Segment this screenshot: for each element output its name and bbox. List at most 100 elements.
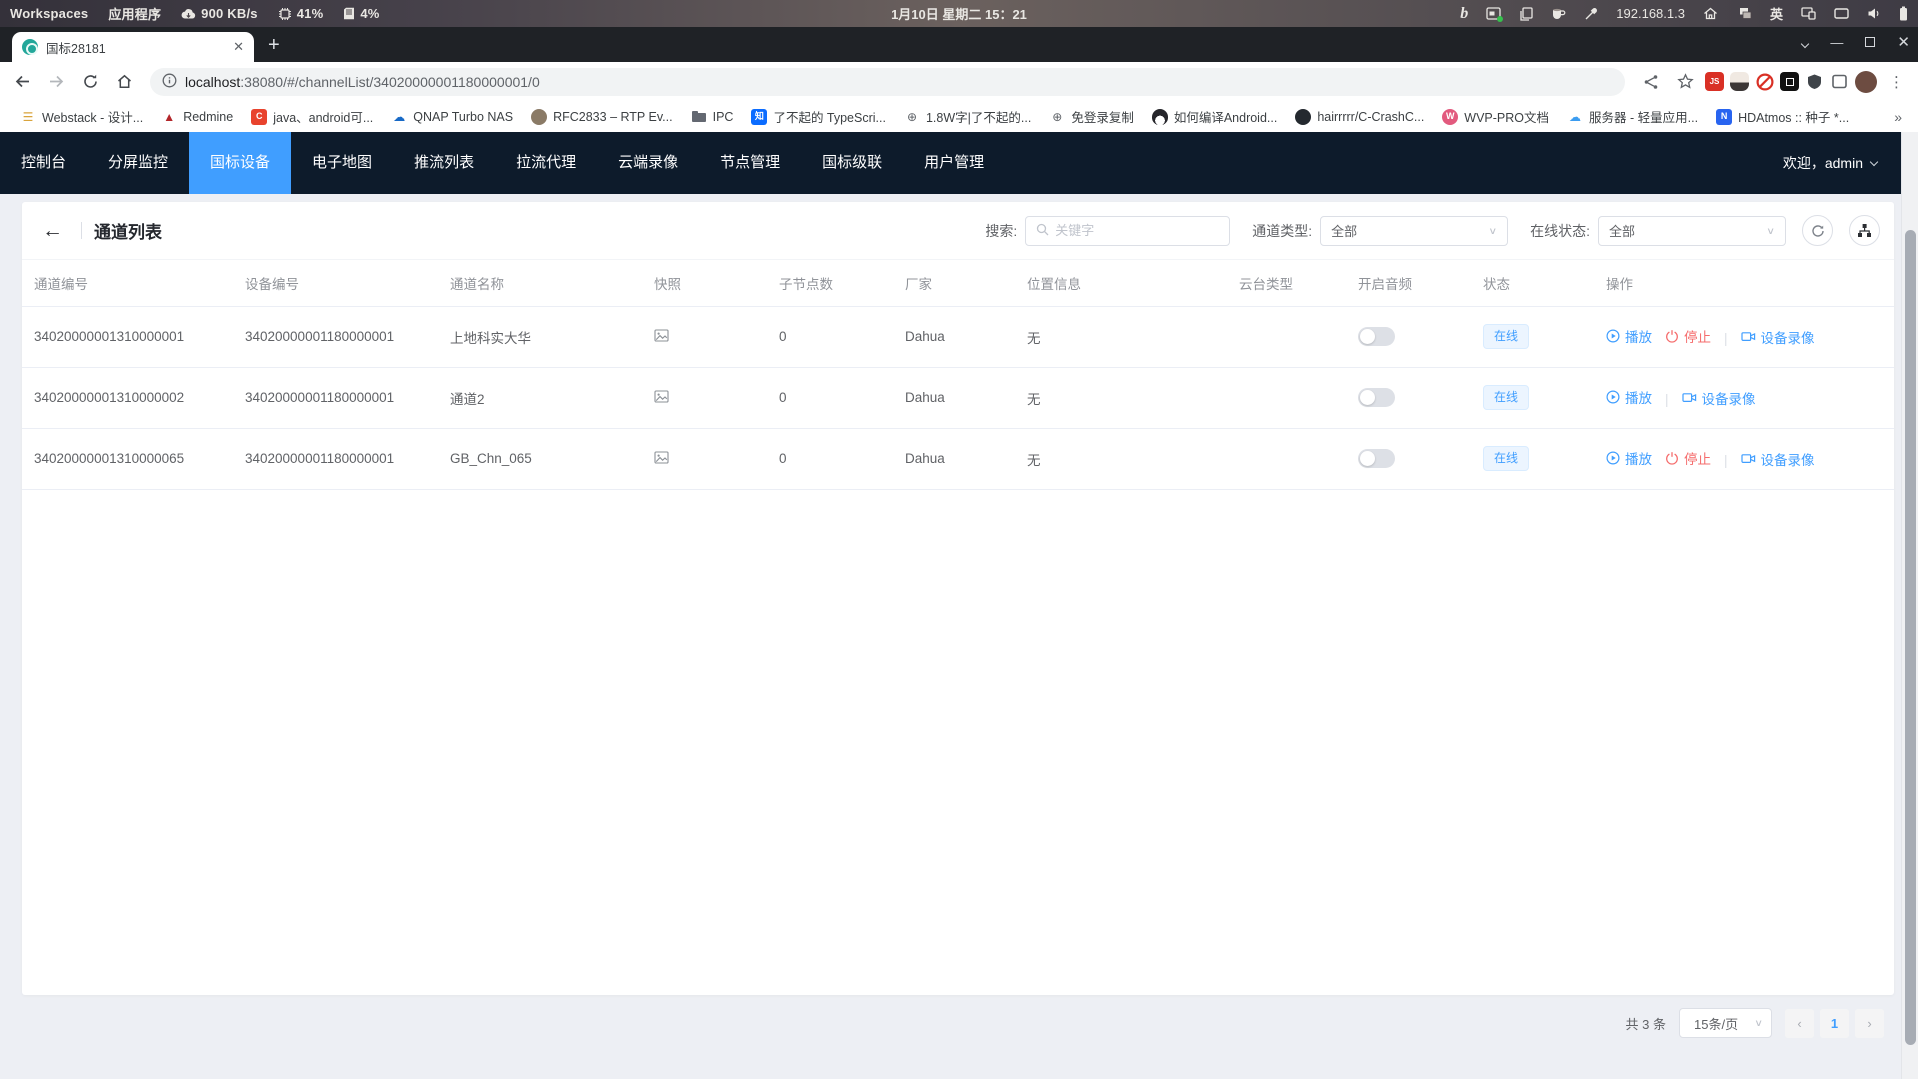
device-record-button[interactable]: 设备录像	[1741, 327, 1815, 347]
snapshot-image-icon[interactable]	[654, 452, 669, 467]
browser-menu-icon[interactable]: ⋮	[1883, 73, 1910, 91]
globe-icon: ⊕	[904, 109, 920, 125]
nav-item-0[interactable]: 控制台	[0, 132, 87, 194]
window-minimize-button[interactable]: —	[1830, 35, 1843, 50]
browser-scrollbar[interactable]	[1901, 132, 1918, 1079]
home-tray-icon[interactable]	[1703, 7, 1718, 20]
device-record-button[interactable]: 设备录像	[1741, 449, 1815, 469]
bookmark-item[interactable]: 知了不起的 TypeScri...	[743, 104, 894, 129]
page-info-icon[interactable]	[162, 73, 177, 91]
nav-item-7[interactable]: 节点管理	[699, 132, 801, 194]
clipboard-tray-icon[interactable]	[1519, 7, 1533, 21]
scrollbar-thumb[interactable]	[1905, 230, 1916, 1045]
audio-toggle[interactable]	[1358, 327, 1395, 346]
window-close-button[interactable]: ✕	[1897, 33, 1910, 51]
browser-tab[interactable]: 国标28181 ✕	[12, 32, 254, 62]
extension-mask-icon[interactable]	[1730, 72, 1749, 91]
tree-view-button[interactable]	[1849, 215, 1880, 246]
nav-item-3[interactable]: 电子地图	[291, 132, 393, 194]
volume-tray-icon[interactable]	[1867, 7, 1881, 20]
extension-screenshot-icon[interactable]	[1780, 72, 1799, 91]
audio-toggle[interactable]	[1358, 388, 1395, 407]
audio-toggle[interactable]	[1358, 449, 1395, 468]
bookmark-item[interactable]: ☁服务器 - 轻量应用...	[1559, 104, 1706, 129]
device-record-button[interactable]: 设备录像	[1682, 388, 1756, 408]
clock[interactable]: 1月10日 星期二 15：21	[891, 4, 1027, 23]
bookmarks-overflow-chevron-icon[interactable]: »	[1890, 109, 1906, 125]
bookmark-item[interactable]: Cjava、android可...	[243, 104, 381, 129]
nav-item-8[interactable]: 国标级联	[801, 132, 903, 194]
bookmark-item[interactable]: WWVP-PRO文档	[1434, 104, 1557, 129]
reload-button[interactable]	[76, 68, 104, 96]
window-maximize-button[interactable]	[1865, 35, 1875, 50]
nav-item-4[interactable]: 推流列表	[393, 132, 495, 194]
extension-adblock-icon[interactable]	[1805, 72, 1824, 91]
snapshot-image-icon[interactable]	[654, 391, 669, 406]
nav-item-1[interactable]: 分屏监控	[87, 132, 189, 194]
play-button[interactable]: 播放	[1606, 387, 1652, 407]
cell-device-id: 34020000001180000001	[233, 306, 438, 367]
back-button[interactable]	[8, 68, 36, 96]
channel-type-select[interactable]: 全部 ∨	[1320, 216, 1508, 246]
page-back-button[interactable]: ←	[36, 220, 69, 241]
next-page-button[interactable]: ›	[1855, 1009, 1884, 1038]
play-button[interactable]: 播放	[1606, 448, 1652, 468]
bookmark-item[interactable]: IPC	[683, 106, 742, 128]
snapshot-image-icon[interactable]	[654, 330, 669, 345]
chevron-down-icon: ∨	[1766, 225, 1775, 236]
search-input[interactable]	[1055, 223, 1219, 238]
address-bar[interactable]: localhost:38080/#/channelList/3402000000…	[150, 68, 1625, 96]
nav-item-6[interactable]: 云端录像	[597, 132, 699, 194]
new-tab-button[interactable]: +	[268, 32, 280, 58]
cloud-icon: ☁	[1567, 109, 1583, 125]
cpu-usage-value: 41%	[297, 6, 324, 21]
color-picker-tray-icon[interactable]	[1584, 7, 1598, 21]
home-button[interactable]	[110, 68, 138, 96]
coffee-tray-icon[interactable]	[1551, 7, 1566, 20]
bookmark-item[interactable]: RFC2833 – RTP Ev...	[523, 106, 681, 128]
battery-tray-icon[interactable]	[1899, 6, 1908, 21]
bookmark-item[interactable]: ☰Webstack - 设计...	[12, 104, 151, 129]
ip-address-indicator[interactable]: 192.168.1.3	[1616, 6, 1685, 21]
bookmark-item[interactable]: hairrrrr/C-CrashC...	[1287, 106, 1432, 128]
share-icon[interactable]	[1637, 68, 1665, 96]
applications-menu-button[interactable]: 应用程序	[108, 4, 161, 23]
bookmark-item[interactable]: NHDAtmos :: 种子 *...	[1708, 104, 1857, 129]
extension-js-icon[interactable]: JS	[1705, 72, 1724, 91]
nav-item-2[interactable]: 国标设备	[189, 132, 291, 194]
extension-blocker-icon[interactable]	[1755, 72, 1774, 91]
stop-button[interactable]: 停止	[1665, 326, 1711, 346]
workspaces-button[interactable]: Workspaces	[10, 6, 88, 21]
nav-item-5[interactable]: 拉流代理	[495, 132, 597, 194]
display-tray-icon[interactable]	[1834, 8, 1849, 20]
stop-button[interactable]: 停止	[1665, 448, 1711, 468]
prev-page-button[interactable]: ‹	[1785, 1009, 1814, 1038]
bookmark-item[interactable]: ⊕免登录复制	[1041, 104, 1142, 129]
app-window-tray-icon[interactable]	[1486, 7, 1501, 20]
tab-close-icon[interactable]: ✕	[233, 39, 244, 55]
extension-window-icon[interactable]	[1830, 72, 1849, 91]
tab-favicon-icon	[22, 39, 38, 55]
profile-avatar[interactable]	[1855, 71, 1877, 93]
tab-search-chevron-icon[interactable]	[1802, 35, 1808, 50]
refresh-button[interactable]	[1802, 215, 1833, 246]
screen-share-tray-icon[interactable]	[1801, 7, 1816, 20]
online-status-select[interactable]: 全部 ∨	[1598, 216, 1786, 246]
bing-tray-icon[interactable]: b	[1460, 5, 1468, 23]
bookmark-item[interactable]: ⊕1.8W字|了不起的...	[896, 104, 1039, 129]
workspace-switcher-tray-icon[interactable]	[1736, 7, 1752, 20]
bookmark-item[interactable]: ▲Redmine	[153, 106, 241, 128]
page-size-select[interactable]: 15条/页 ∨	[1679, 1008, 1772, 1038]
user-menu[interactable]: 欢迎，admin	[1783, 153, 1901, 173]
forward-button[interactable]	[42, 68, 70, 96]
channel-table: 通道编号设备编号通道名称快照子节点数厂家位置信息云台类型开启音频状态操作 340…	[22, 260, 1894, 490]
nav-item-9[interactable]: 用户管理	[903, 132, 1005, 194]
play-button[interactable]: 播放	[1606, 326, 1652, 346]
language-indicator[interactable]: 英	[1770, 4, 1783, 23]
bookmark-star-icon[interactable]	[1671, 68, 1699, 96]
current-page-button[interactable]: 1	[1820, 1009, 1849, 1038]
action-divider: |	[1665, 392, 1669, 407]
bookmark-item[interactable]: ☁QNAP Turbo NAS	[383, 106, 521, 128]
bookmark-item[interactable]: 如何编译Android...	[1144, 104, 1286, 129]
cell-channel-id: 34020000001310000001	[22, 306, 233, 367]
